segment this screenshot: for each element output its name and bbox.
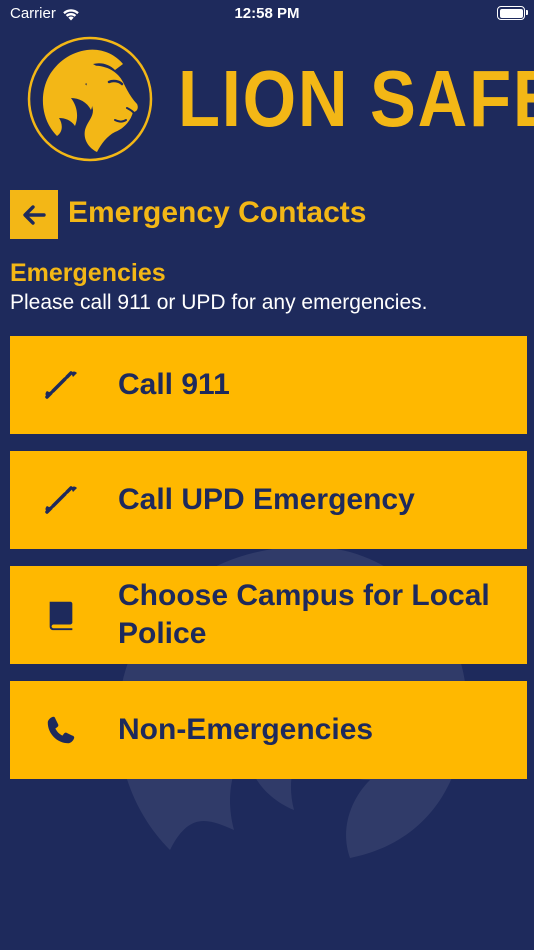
brand-name: LION SAFE [178,54,534,143]
book-icon [43,597,79,633]
back-button[interactable] [10,190,58,239]
status-time: 12:58 PM [234,5,300,22]
app-screen: Carrier 12:58 PM LION SAFE Emergency Con… [0,0,534,950]
phone-call-icon [43,367,79,403]
status-bar: Carrier 12:58 PM [0,0,534,30]
non-emergencies-label: Non-Emergencies [118,713,374,746]
choose-campus-button[interactable]: Choose Campus for Local Police [10,566,527,664]
app-header: LION SAFE [0,36,534,164]
arrow-left-icon [23,204,46,225]
phone-icon [43,712,79,748]
call-upd-emergency-label: Call UPD Emergency [118,483,415,516]
section-description: Please call 911 or UPD for any emergenci… [10,291,428,314]
page-title: Emergency Contacts [68,196,367,229]
call-911-button[interactable]: Call 911 [10,336,527,434]
section-heading: Emergencies [10,259,166,287]
non-emergencies-button[interactable]: Non-Emergencies [10,681,527,779]
battery-icon [497,6,528,20]
choose-campus-label: Choose Campus for Local Police [118,579,490,650]
call-911-label: Call 911 [118,368,230,401]
lion-head-icon [27,36,153,162]
phone-call-icon [43,482,79,518]
call-upd-emergency-button[interactable]: Call UPD Emergency [10,451,527,549]
